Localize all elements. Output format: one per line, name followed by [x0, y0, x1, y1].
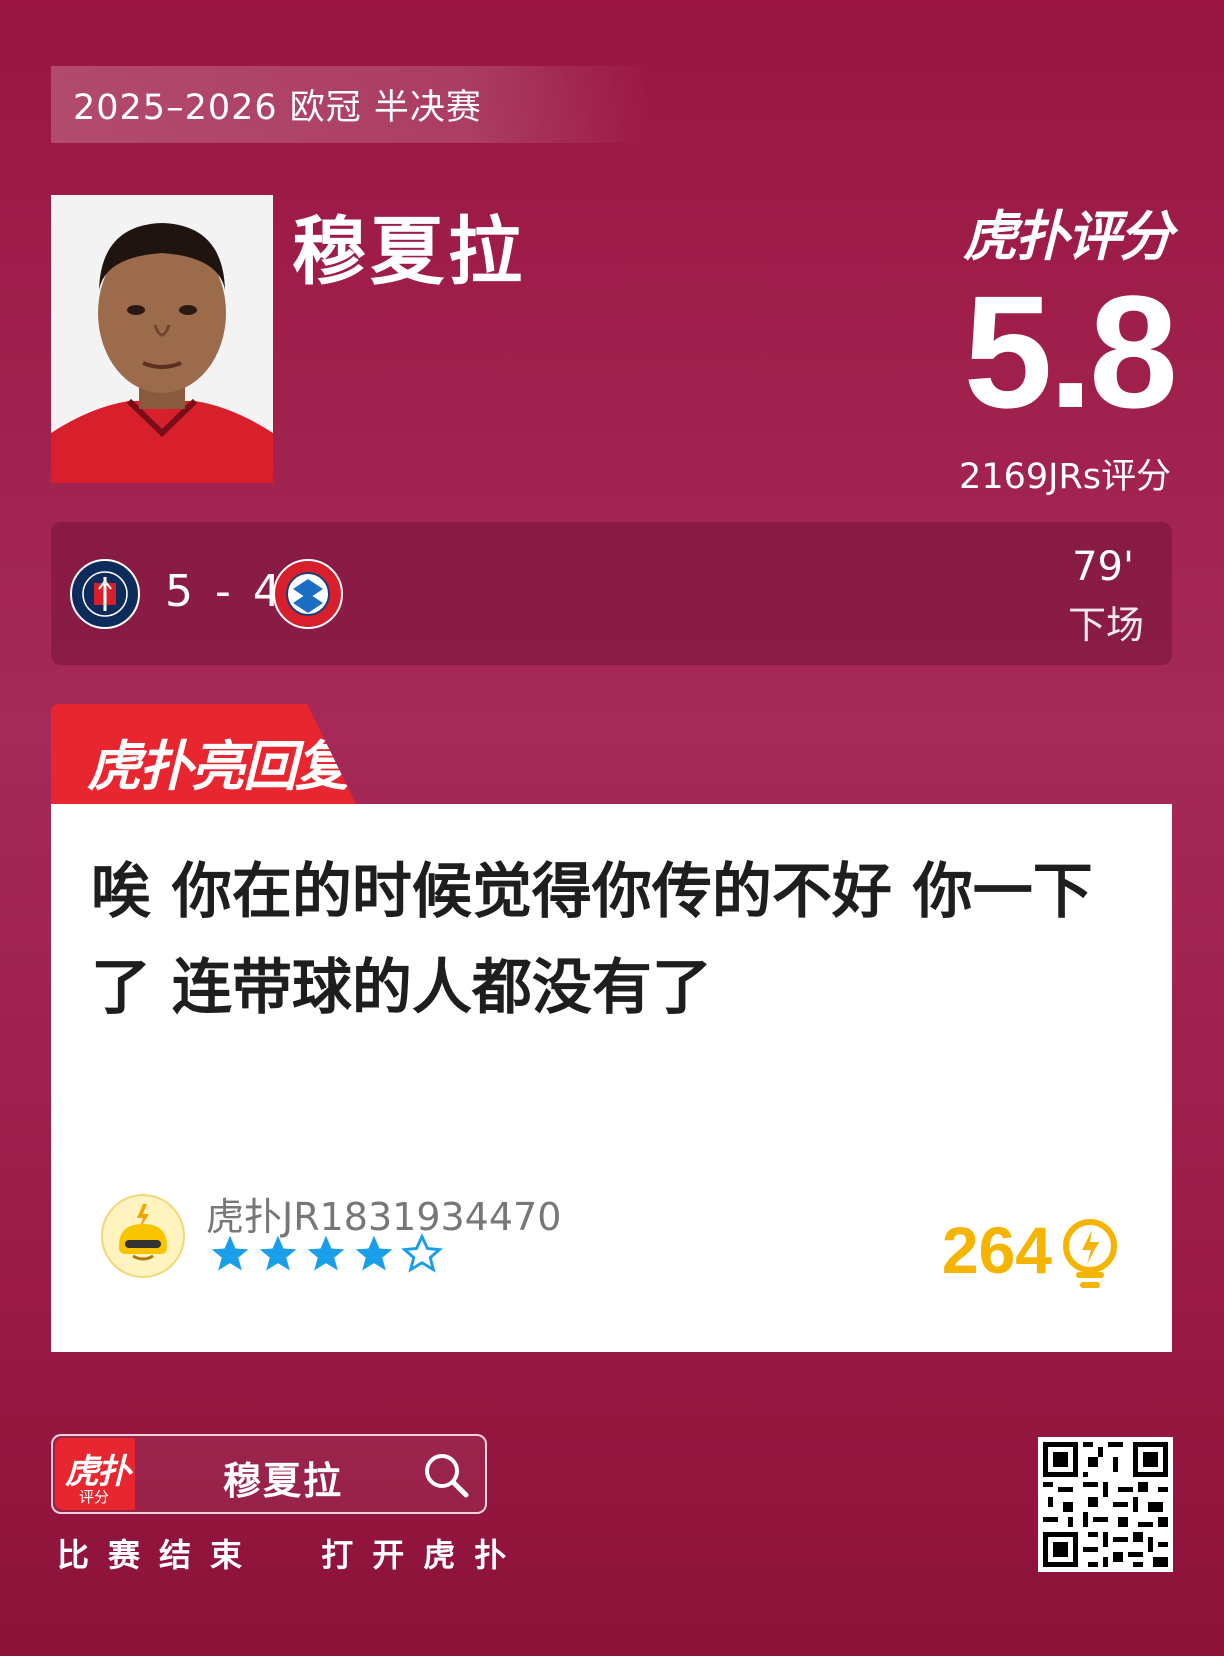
- qr-code: [1038, 1437, 1173, 1572]
- player-photo: [51, 195, 273, 483]
- highlight-reply-tab: 虎扑亮回复: [51, 704, 356, 804]
- highlight-reply-label: 虎扑亮回复: [87, 735, 349, 798]
- competition-banner: 2025–2026 欧冠 半决赛: [51, 66, 651, 143]
- highlight-comment-card[interactable]: 唉 你在的时候觉得你传的不好 你一下了 连带球的人都没有了 虎扑JR183193…: [51, 804, 1172, 1352]
- star-filled-icon: [211, 1235, 249, 1271]
- psg-crest-icon: [70, 559, 140, 629]
- rating-vote-count: 2169JRs评分: [959, 457, 1171, 497]
- app-logo-subtext: 评分: [79, 1488, 110, 1506]
- star-empty-icon: [401, 1233, 443, 1273]
- player-score: 5.8: [963, 262, 1178, 441]
- comment-text: 唉 你在的时候觉得你传的不好 你一下了 连带球的人都没有了: [91, 857, 1093, 1023]
- star-filled-icon: [259, 1235, 297, 1271]
- substitution-minute: 79': [1072, 544, 1134, 590]
- app-search-box[interactable]: 虎扑 评分 穆夏拉: [51, 1434, 487, 1514]
- hupu-rating-app-logo: 虎扑 评分: [55, 1438, 135, 1510]
- star-filled-icon: [307, 1235, 345, 1271]
- lightbulb-like-icon[interactable]: [1058, 1218, 1122, 1290]
- bayern-crest-icon: [273, 559, 343, 629]
- competition-label: 2025–2026 欧冠 半决赛: [73, 88, 482, 128]
- rating-brand-logo: 虎扑评分: [963, 205, 1173, 268]
- star-filled-icon: [355, 1235, 393, 1271]
- match-summary[interactable]: 5 - 4 79' 下场: [51, 522, 1172, 665]
- like-count: 264: [941, 1213, 1052, 1287]
- substitution-label: 下场: [1067, 603, 1144, 647]
- open-app-cta[interactable]: 比赛结束 打开虎扑: [57, 1530, 525, 1576]
- match-score: 5 - 4: [165, 566, 285, 617]
- search-icon[interactable]: [423, 1452, 469, 1498]
- user-rating-stars: [208, 1232, 444, 1276]
- player-name: 穆夏拉: [292, 209, 526, 295]
- search-query-text: 穆夏拉: [223, 1459, 344, 1503]
- user-avatar[interactable]: [101, 1194, 185, 1278]
